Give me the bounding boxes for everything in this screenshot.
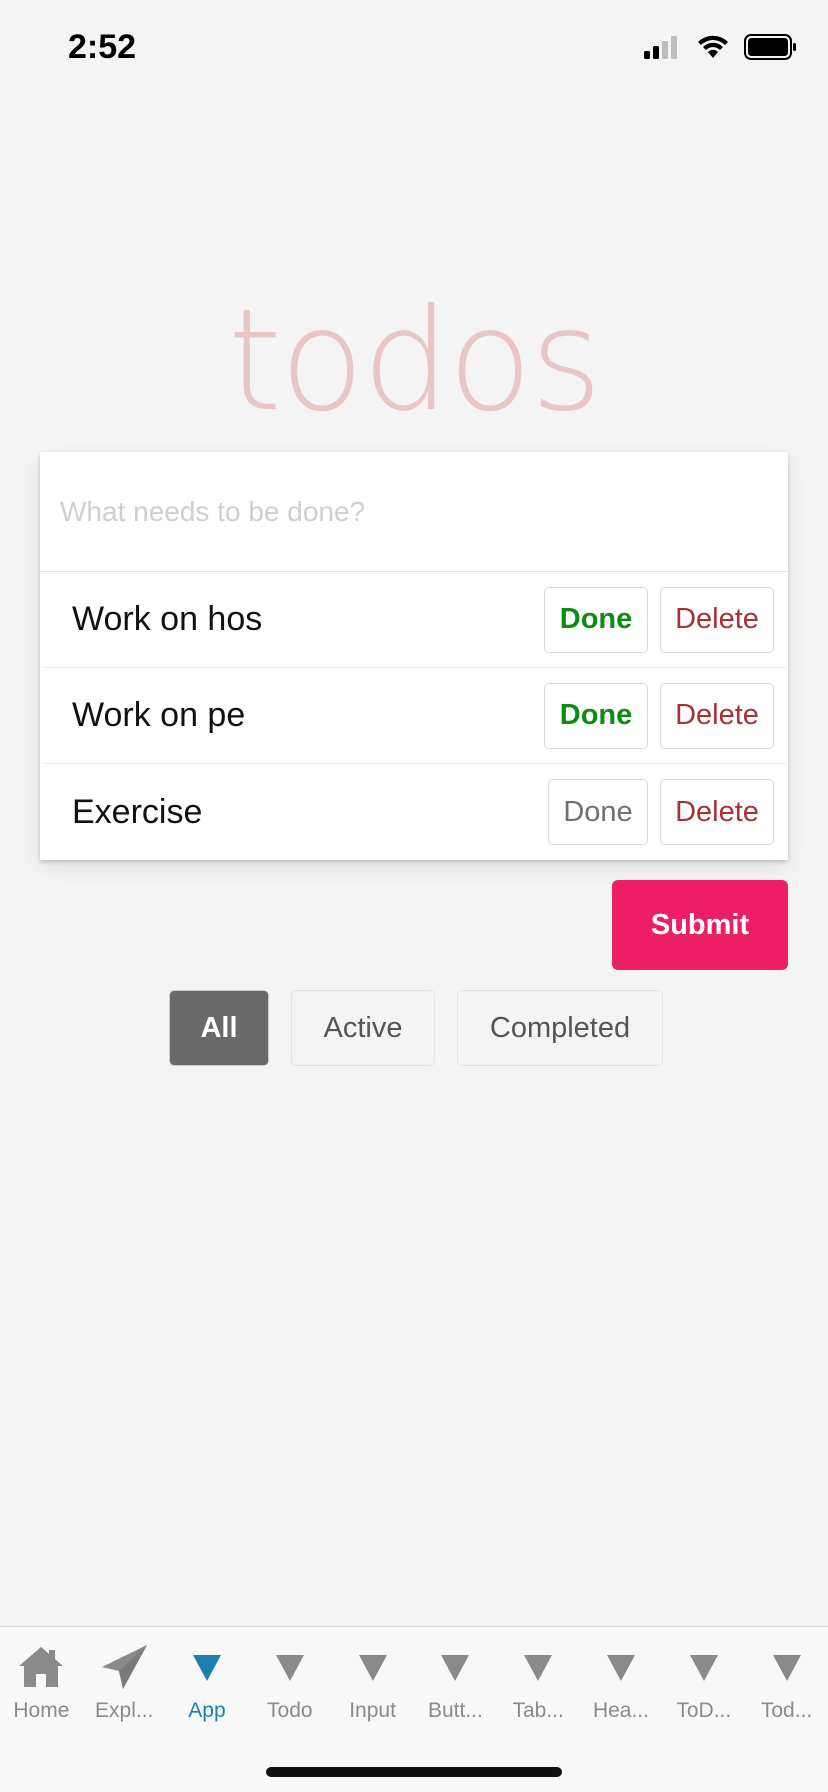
wifi-icon xyxy=(698,35,728,58)
status-bar: 2:52 xyxy=(0,0,828,100)
delete-button[interactable]: Delete xyxy=(660,779,774,845)
status-time: 2:52 xyxy=(68,28,137,66)
tab-label: Todo xyxy=(267,1699,313,1722)
status-icons xyxy=(642,34,798,60)
triangle-icon xyxy=(441,1643,470,1691)
todo-text: Exercise xyxy=(72,792,203,831)
submit-button[interactable]: Submit xyxy=(612,880,788,970)
triangle-icon xyxy=(524,1643,553,1691)
todo-item: Exercise Done Delete xyxy=(42,764,786,860)
tab-todo-2[interactable]: ToD... xyxy=(662,1627,745,1737)
tab-label: Tod... xyxy=(760,1699,813,1722)
triangle-icon xyxy=(772,1643,801,1691)
todo-text: Work on hos xyxy=(72,600,263,638)
battery-icon xyxy=(744,34,796,60)
todo-text: Work on pe xyxy=(72,696,246,734)
app-title: todos xyxy=(227,278,602,443)
tab-input[interactable]: Input xyxy=(331,1627,414,1737)
tab-label: ToD... xyxy=(676,1699,732,1722)
new-todo-input[interactable] xyxy=(40,452,788,572)
triangle-icon xyxy=(275,1643,304,1691)
todo-item: Work on hos Done Delete xyxy=(42,572,786,668)
tab-label: Expl... xyxy=(95,1699,154,1722)
triangle-icon xyxy=(358,1643,387,1691)
tab-label: Hea... xyxy=(592,1699,649,1722)
done-button[interactable]: Done xyxy=(548,779,648,845)
tab-explore[interactable]: Expl... xyxy=(83,1627,166,1737)
tab-buttons[interactable]: Butt... xyxy=(414,1627,497,1737)
tab-todo-3[interactable]: Tod... xyxy=(745,1627,828,1737)
tab-bar: Home Expl... App Todo Input Butt... Tab.… xyxy=(0,1626,828,1792)
filter-bar: All Active Completed xyxy=(169,990,663,1066)
tab-label: Butt... xyxy=(427,1699,483,1722)
tab-label: Input xyxy=(349,1699,396,1722)
tab-label: Tab... xyxy=(512,1699,564,1722)
todo-item: Work on pe Done Delete xyxy=(42,668,786,764)
signal-icon xyxy=(644,36,677,59)
delete-button[interactable]: Delete xyxy=(660,682,774,749)
tab-label: App xyxy=(188,1699,226,1722)
tab-todo[interactable]: Todo xyxy=(248,1627,331,1737)
filter-active-button[interactable]: Active xyxy=(291,990,435,1066)
delete-button[interactable]: Delete xyxy=(660,586,774,653)
home-indicator xyxy=(266,1767,562,1777)
tab-header[interactable]: Hea... xyxy=(580,1627,663,1737)
filter-completed-button[interactable]: Completed xyxy=(457,990,663,1066)
done-button[interactable]: Done xyxy=(544,586,648,653)
tab-app[interactable]: App xyxy=(166,1627,249,1737)
triangle-icon xyxy=(689,1643,718,1691)
triangle-icon xyxy=(192,1643,221,1691)
triangle-icon xyxy=(606,1643,635,1691)
home-icon xyxy=(16,1643,66,1691)
tab-label: Home xyxy=(13,1699,70,1722)
todo-card: Work on hos Done Delete Work on pe Done … xyxy=(40,452,788,860)
tab-tabs[interactable]: Tab... xyxy=(497,1627,580,1737)
paper-plane-icon xyxy=(99,1643,149,1691)
tab-home[interactable]: Home xyxy=(0,1627,83,1737)
filter-all-button[interactable]: All xyxy=(169,990,269,1066)
done-button[interactable]: Done xyxy=(544,682,648,749)
